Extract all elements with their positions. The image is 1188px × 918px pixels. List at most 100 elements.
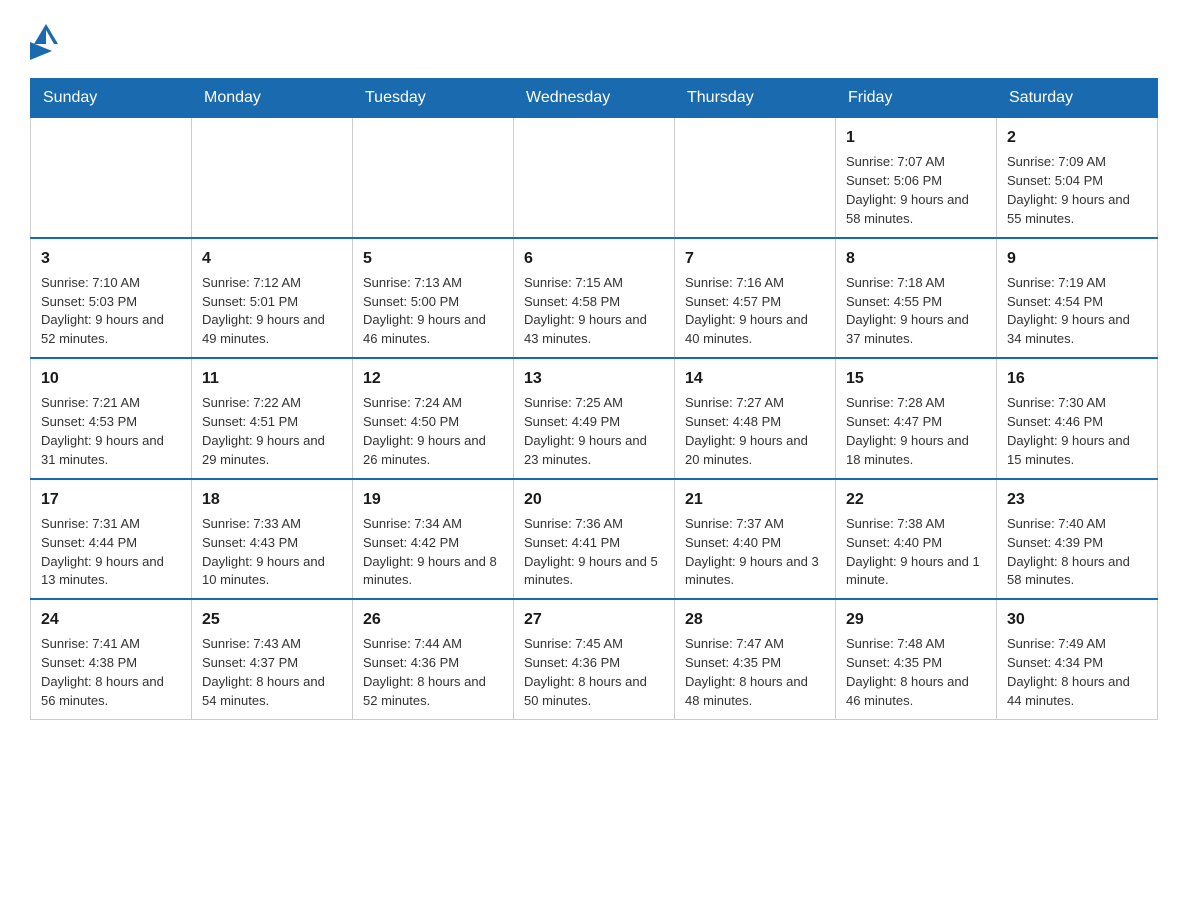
day-info: Sunrise: 7:30 AM Sunset: 4:46 PM Dayligh… xyxy=(1007,395,1130,467)
day-number: 15 xyxy=(846,367,986,390)
calendar-cell: 2 Sunrise: 7:09 AM Sunset: 5:04 PM Daylig… xyxy=(997,118,1158,238)
day-number: 27 xyxy=(524,608,664,631)
calendar-cell: 19 Sunrise: 7:34 AM Sunset: 4:42 PM Dayli… xyxy=(353,479,514,600)
calendar-week-row: 24 Sunrise: 7:41 AM Sunset: 4:38 PM Dayli… xyxy=(31,599,1158,719)
day-info: Sunrise: 7:41 AM Sunset: 4:38 PM Dayligh… xyxy=(41,636,164,708)
calendar-cell: 29 Sunrise: 7:48 AM Sunset: 4:35 PM Dayli… xyxy=(836,599,997,719)
day-number: 29 xyxy=(846,608,986,631)
day-info: Sunrise: 7:19 AM Sunset: 4:54 PM Dayligh… xyxy=(1007,275,1130,347)
calendar-cell xyxy=(353,118,514,238)
calendar-cell: 11 Sunrise: 7:22 AM Sunset: 4:51 PM Dayli… xyxy=(192,358,353,479)
day-number: 21 xyxy=(685,488,825,511)
calendar-cell: 18 Sunrise: 7:33 AM Sunset: 4:43 PM Dayli… xyxy=(192,479,353,600)
calendar-table: SundayMondayTuesdayWednesdayThursdayFrid… xyxy=(30,78,1158,720)
calendar-cell: 15 Sunrise: 7:28 AM Sunset: 4:47 PM Dayli… xyxy=(836,358,997,479)
calendar-week-row: 17 Sunrise: 7:31 AM Sunset: 4:44 PM Dayli… xyxy=(31,479,1158,600)
logo-area xyxy=(30,20,62,60)
day-number: 28 xyxy=(685,608,825,631)
day-number: 17 xyxy=(41,488,181,511)
weekday-header-saturday: Saturday xyxy=(997,79,1158,118)
calendar-cell: 23 Sunrise: 7:40 AM Sunset: 4:39 PM Dayli… xyxy=(997,479,1158,600)
day-info: Sunrise: 7:45 AM Sunset: 4:36 PM Dayligh… xyxy=(524,636,647,708)
day-info: Sunrise: 7:10 AM Sunset: 5:03 PM Dayligh… xyxy=(41,275,164,347)
day-info: Sunrise: 7:18 AM Sunset: 4:55 PM Dayligh… xyxy=(846,275,969,347)
day-info: Sunrise: 7:36 AM Sunset: 4:41 PM Dayligh… xyxy=(524,516,658,588)
day-info: Sunrise: 7:49 AM Sunset: 4:34 PM Dayligh… xyxy=(1007,636,1130,708)
calendar-cell: 27 Sunrise: 7:45 AM Sunset: 4:36 PM Dayli… xyxy=(514,599,675,719)
day-info: Sunrise: 7:16 AM Sunset: 4:57 PM Dayligh… xyxy=(685,275,808,347)
day-number: 14 xyxy=(685,367,825,390)
calendar-cell: 6 Sunrise: 7:15 AM Sunset: 4:58 PM Daylig… xyxy=(514,238,675,359)
day-number: 23 xyxy=(1007,488,1147,511)
calendar-cell: 26 Sunrise: 7:44 AM Sunset: 4:36 PM Dayli… xyxy=(353,599,514,719)
day-info: Sunrise: 7:13 AM Sunset: 5:00 PM Dayligh… xyxy=(363,275,486,347)
day-info: Sunrise: 7:48 AM Sunset: 4:35 PM Dayligh… xyxy=(846,636,969,708)
day-info: Sunrise: 7:21 AM Sunset: 4:53 PM Dayligh… xyxy=(41,395,164,467)
calendar-cell: 24 Sunrise: 7:41 AM Sunset: 4:38 PM Dayli… xyxy=(31,599,192,719)
calendar-week-row: 10 Sunrise: 7:21 AM Sunset: 4:53 PM Dayli… xyxy=(31,358,1158,479)
day-number: 8 xyxy=(846,247,986,270)
calendar-cell: 20 Sunrise: 7:36 AM Sunset: 4:41 PM Dayli… xyxy=(514,479,675,600)
day-info: Sunrise: 7:07 AM Sunset: 5:06 PM Dayligh… xyxy=(846,154,969,226)
day-info: Sunrise: 7:09 AM Sunset: 5:04 PM Dayligh… xyxy=(1007,154,1130,226)
calendar-cell: 17 Sunrise: 7:31 AM Sunset: 4:44 PM Dayli… xyxy=(31,479,192,600)
calendar-cell: 16 Sunrise: 7:30 AM Sunset: 4:46 PM Dayli… xyxy=(997,358,1158,479)
day-info: Sunrise: 7:22 AM Sunset: 4:51 PM Dayligh… xyxy=(202,395,325,467)
day-info: Sunrise: 7:40 AM Sunset: 4:39 PM Dayligh… xyxy=(1007,516,1130,588)
calendar-week-row: 1 Sunrise: 7:07 AM Sunset: 5:06 PM Daylig… xyxy=(31,118,1158,238)
day-number: 10 xyxy=(41,367,181,390)
day-number: 25 xyxy=(202,608,342,631)
day-number: 5 xyxy=(363,247,503,270)
day-info: Sunrise: 7:37 AM Sunset: 4:40 PM Dayligh… xyxy=(685,516,819,588)
day-number: 26 xyxy=(363,608,503,631)
calendar-cell: 5 Sunrise: 7:13 AM Sunset: 5:00 PM Daylig… xyxy=(353,238,514,359)
day-number: 13 xyxy=(524,367,664,390)
calendar-cell: 14 Sunrise: 7:27 AM Sunset: 4:48 PM Dayli… xyxy=(675,358,836,479)
day-number: 2 xyxy=(1007,126,1147,149)
calendar-cell: 3 Sunrise: 7:10 AM Sunset: 5:03 PM Daylig… xyxy=(31,238,192,359)
day-info: Sunrise: 7:28 AM Sunset: 4:47 PM Dayligh… xyxy=(846,395,969,467)
day-number: 30 xyxy=(1007,608,1147,631)
day-number: 11 xyxy=(202,367,342,390)
calendar-cell: 1 Sunrise: 7:07 AM Sunset: 5:06 PM Daylig… xyxy=(836,118,997,238)
day-info: Sunrise: 7:44 AM Sunset: 4:36 PM Dayligh… xyxy=(363,636,486,708)
day-info: Sunrise: 7:27 AM Sunset: 4:48 PM Dayligh… xyxy=(685,395,808,467)
day-info: Sunrise: 7:34 AM Sunset: 4:42 PM Dayligh… xyxy=(363,516,497,588)
day-info: Sunrise: 7:25 AM Sunset: 4:49 PM Dayligh… xyxy=(524,395,647,467)
calendar-week-row: 3 Sunrise: 7:10 AM Sunset: 5:03 PM Daylig… xyxy=(31,238,1158,359)
day-info: Sunrise: 7:43 AM Sunset: 4:37 PM Dayligh… xyxy=(202,636,325,708)
day-number: 16 xyxy=(1007,367,1147,390)
calendar-cell: 22 Sunrise: 7:38 AM Sunset: 4:40 PM Dayli… xyxy=(836,479,997,600)
day-number: 19 xyxy=(363,488,503,511)
day-info: Sunrise: 7:31 AM Sunset: 4:44 PM Dayligh… xyxy=(41,516,164,588)
day-number: 18 xyxy=(202,488,342,511)
day-number: 1 xyxy=(846,126,986,149)
calendar-cell: 8 Sunrise: 7:18 AM Sunset: 4:55 PM Daylig… xyxy=(836,238,997,359)
day-info: Sunrise: 7:12 AM Sunset: 5:01 PM Dayligh… xyxy=(202,275,325,347)
calendar-cell: 21 Sunrise: 7:37 AM Sunset: 4:40 PM Dayli… xyxy=(675,479,836,600)
day-number: 20 xyxy=(524,488,664,511)
day-info: Sunrise: 7:38 AM Sunset: 4:40 PM Dayligh… xyxy=(846,516,980,588)
day-info: Sunrise: 7:33 AM Sunset: 4:43 PM Dayligh… xyxy=(202,516,325,588)
calendar-cell xyxy=(192,118,353,238)
day-number: 12 xyxy=(363,367,503,390)
day-number: 6 xyxy=(524,247,664,270)
weekday-header-row: SundayMondayTuesdayWednesdayThursdayFrid… xyxy=(31,79,1158,118)
day-info: Sunrise: 7:47 AM Sunset: 4:35 PM Dayligh… xyxy=(685,636,808,708)
weekday-header-wednesday: Wednesday xyxy=(514,79,675,118)
day-info: Sunrise: 7:24 AM Sunset: 4:50 PM Dayligh… xyxy=(363,395,486,467)
day-number: 3 xyxy=(41,247,181,270)
day-number: 22 xyxy=(846,488,986,511)
calendar-cell xyxy=(514,118,675,238)
calendar-cell: 25 Sunrise: 7:43 AM Sunset: 4:37 PM Dayli… xyxy=(192,599,353,719)
day-number: 24 xyxy=(41,608,181,631)
calendar-cell xyxy=(675,118,836,238)
calendar-cell: 10 Sunrise: 7:21 AM Sunset: 4:53 PM Dayli… xyxy=(31,358,192,479)
weekday-header-friday: Friday xyxy=(836,79,997,118)
day-info: Sunrise: 7:15 AM Sunset: 4:58 PM Dayligh… xyxy=(524,275,647,347)
logo-arrow-icon xyxy=(30,42,52,60)
day-number: 4 xyxy=(202,247,342,270)
weekday-header-monday: Monday xyxy=(192,79,353,118)
calendar-cell: 4 Sunrise: 7:12 AM Sunset: 5:01 PM Daylig… xyxy=(192,238,353,359)
calendar-cell: 9Sunrise: 7:19 AM Sunset: 4:54 PM Daylig… xyxy=(997,238,1158,359)
